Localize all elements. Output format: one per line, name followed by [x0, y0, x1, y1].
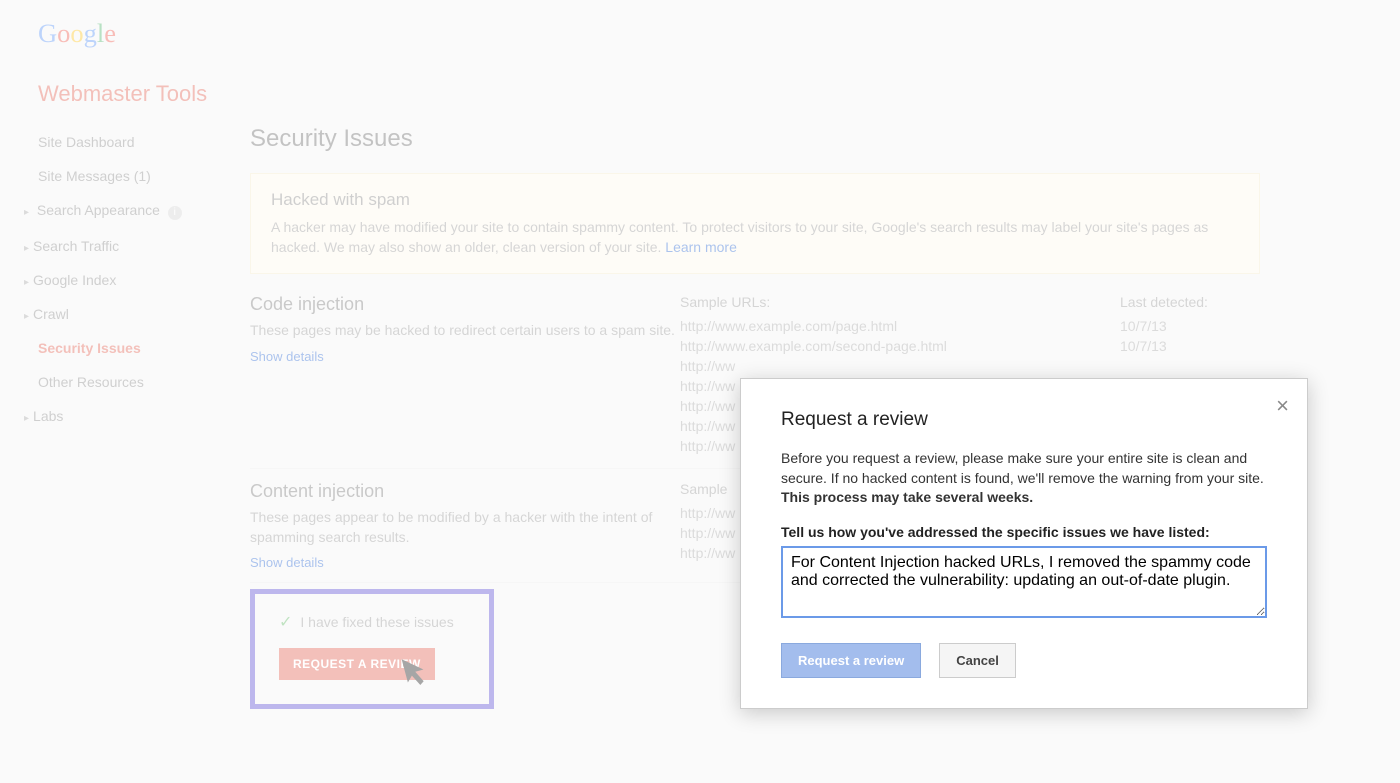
section-desc: These pages may be hacked to redirect ce…: [250, 321, 680, 341]
date-item: 10/7/13: [1120, 316, 1260, 336]
section-title: Content injection: [250, 481, 680, 502]
sidebar-item-google-index[interactable]: Google Index: [20, 263, 250, 297]
fixed-checkbox-row[interactable]: ✓ I have fixed these issues: [279, 612, 465, 632]
page-title: Security Issues: [250, 125, 1260, 153]
sidebar-item-other-resources[interactable]: Other Resources: [20, 365, 250, 399]
request-review-modal: × Request a review Before you request a …: [740, 378, 1308, 709]
sidebar-item-labs[interactable]: Labs: [20, 399, 250, 433]
sidebar-item-search-traffic[interactable]: Search Traffic: [20, 229, 250, 263]
modal-submit-button[interactable]: Request a review: [781, 643, 921, 678]
header: Google: [0, 0, 1400, 61]
sidebar: Site Dashboard Site Messages (1) Search …: [0, 125, 250, 709]
modal-text: Before you request a review, please make…: [781, 449, 1267, 508]
product-title: Webmaster Tools: [0, 61, 1400, 125]
modal-cancel-button[interactable]: Cancel: [939, 643, 1016, 678]
google-logo: Google: [38, 14, 158, 56]
sidebar-item-security-issues[interactable]: Security Issues: [20, 331, 250, 365]
svg-text:Google: Google: [38, 18, 116, 48]
date-item: 10/7/13: [1120, 336, 1260, 356]
url-item: http://www.example.com/second-page.html: [680, 336, 1120, 356]
warning-text: A hacker may have modified your site to …: [271, 218, 1239, 257]
learn-more-link[interactable]: Learn more: [665, 239, 737, 255]
sidebar-item-label: Search Appearance: [37, 202, 160, 218]
modal-text-bold: This process may take several weeks.: [781, 489, 1033, 505]
section-title: Code injection: [250, 294, 680, 315]
url-item: http://www.example.com/page.html: [680, 316, 1120, 336]
check-icon: ✓: [279, 612, 292, 632]
modal-title: Request a review: [781, 409, 1267, 431]
sidebar-item-crawl[interactable]: Crawl: [20, 297, 250, 331]
section-desc: These pages appear to be modified by a h…: [250, 508, 680, 547]
close-icon[interactable]: ×: [1276, 393, 1289, 419]
last-detected-header: Last detected:: [1120, 294, 1260, 310]
sidebar-item-messages[interactable]: Site Messages (1): [20, 159, 250, 193]
show-details-link[interactable]: Show details: [250, 349, 680, 364]
warning-box: Hacked with spam A hacker may have modif…: [250, 173, 1260, 274]
review-textarea[interactable]: [781, 546, 1267, 618]
sample-urls-header: Sample URLs:: [680, 294, 1120, 310]
warning-body: A hacker may have modified your site to …: [271, 219, 1208, 255]
modal-label: Tell us how you've addressed the specifi…: [781, 524, 1267, 540]
url-item: http://ww: [680, 356, 1120, 376]
sidebar-item-dashboard[interactable]: Site Dashboard: [20, 125, 250, 159]
show-details-link[interactable]: Show details: [250, 555, 680, 570]
modal-text-plain: Before you request a review, please make…: [781, 450, 1264, 486]
review-highlight-box: ✓ I have fixed these issues REQUEST A RE…: [250, 589, 494, 709]
info-icon: i: [168, 206, 182, 220]
sidebar-item-search-appearance[interactable]: Search Appearance i: [20, 193, 250, 229]
checkbox-label: I have fixed these issues: [300, 614, 453, 630]
warning-title: Hacked with spam: [271, 190, 1239, 210]
request-review-button[interactable]: REQUEST A REVIEW: [279, 648, 435, 680]
